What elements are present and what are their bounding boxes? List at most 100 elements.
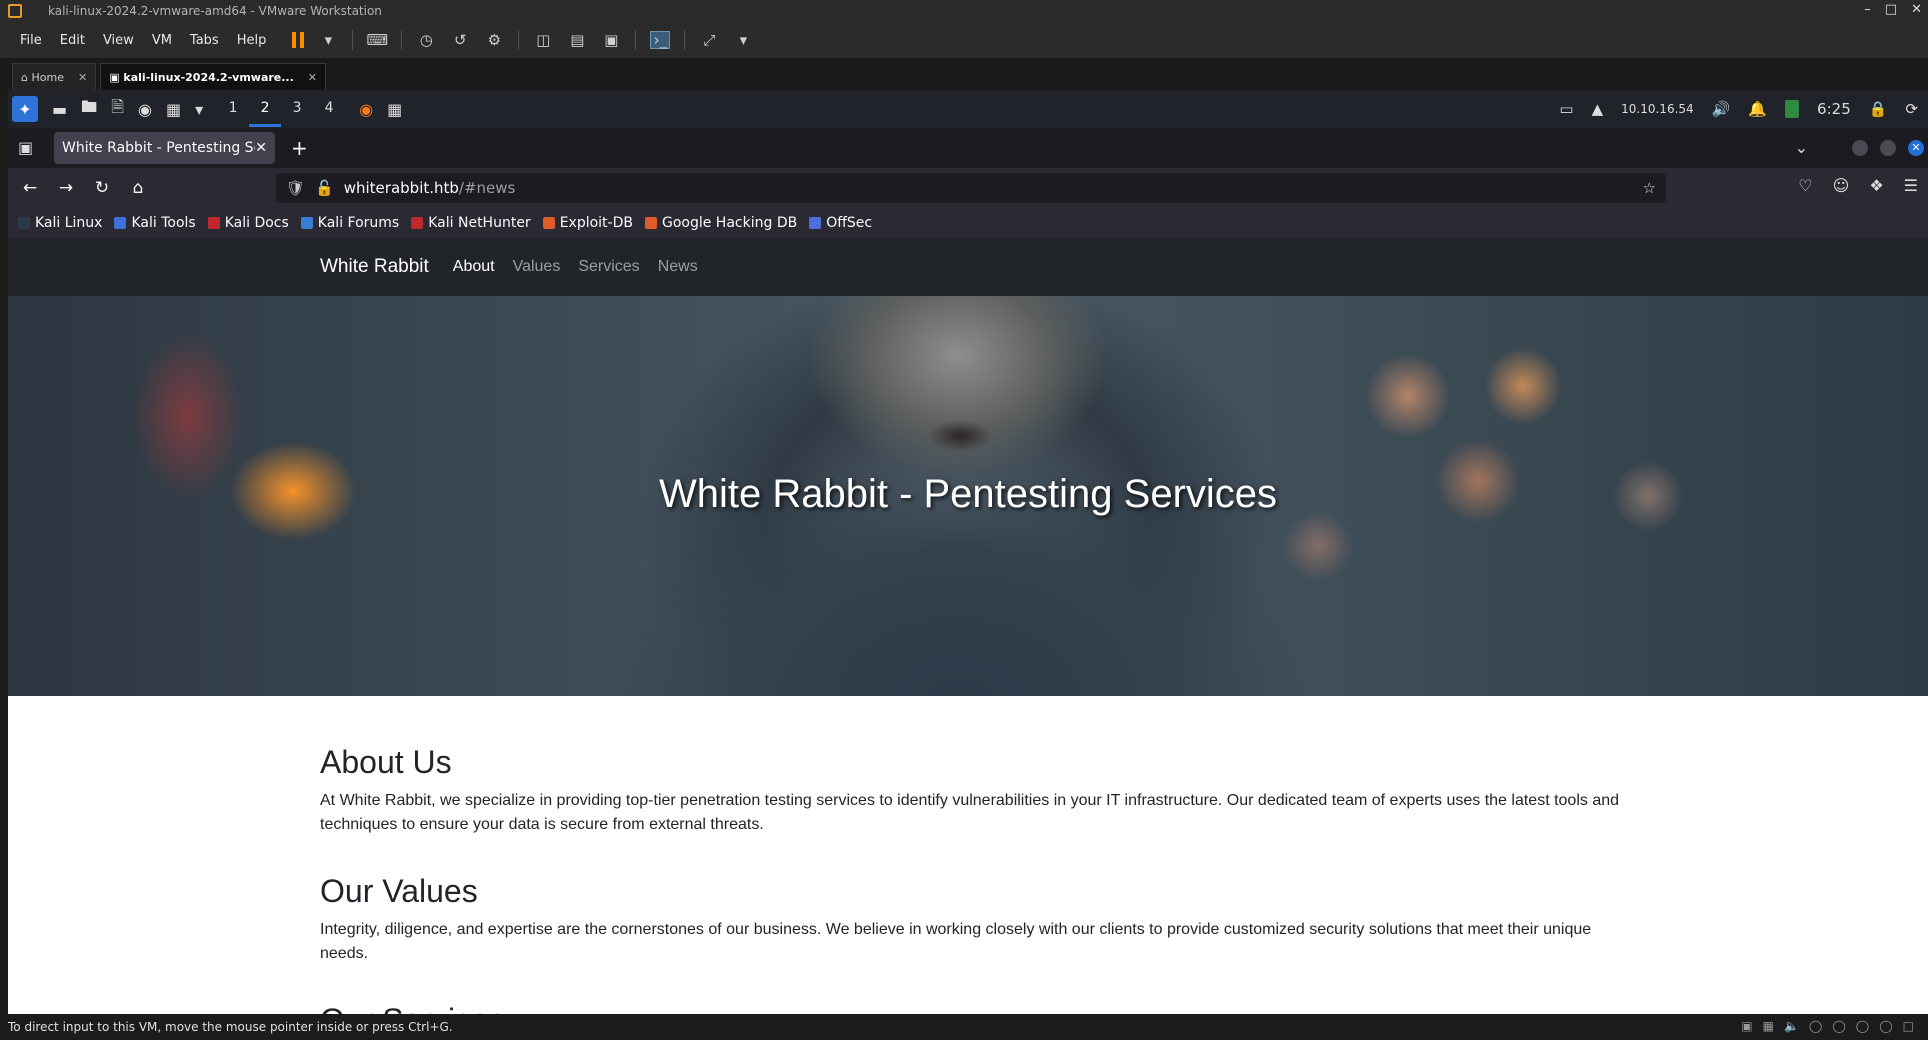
browser-tab[interactable]: White Rabbit - Pentesting Se ✕: [54, 132, 275, 164]
bookmark-kali-docs[interactable]: Kali Docs: [207, 215, 289, 231]
firefox-window-icon[interactable]: ◉: [359, 100, 373, 119]
close-tab-icon[interactable]: ✕: [255, 140, 267, 156]
message-icon[interactable]: □: [1903, 1019, 1914, 1033]
shield-icon[interactable]: 🛡: [286, 179, 305, 197]
back-icon[interactable]: ←: [12, 178, 48, 198]
vm-screen[interactable]: ✦ ▬ 🖿 🗎 ◉ ▦ ▾ 1 2 3 4 ◉ ▦ ▭ ▲ 10.10.16.5…: [8, 90, 1928, 1014]
menu-file[interactable]: File: [20, 33, 42, 48]
bookmark-kali-nethunter[interactable]: Kali NetHunter: [411, 215, 531, 231]
thumbnail-bar-icon[interactable]: ▤: [567, 31, 587, 49]
library-view-icon[interactable]: ◫: [533, 31, 553, 49]
maximize-icon[interactable]: [1880, 140, 1896, 156]
bookmark-exploit-db[interactable]: Exploit-DB: [542, 215, 633, 231]
nav-about[interactable]: About: [453, 258, 495, 276]
exploit-db-icon: [542, 217, 555, 229]
insecure-lock-icon[interactable]: 🔓: [315, 179, 334, 197]
close-icon[interactable]: ✕: [1911, 2, 1922, 17]
kali-menu-icon[interactable]: ✦: [12, 96, 38, 122]
clock[interactable]: 6:25: [1817, 100, 1851, 118]
bookmark-kali-forums[interactable]: Kali Forums: [300, 215, 399, 231]
menu-help[interactable]: Help: [237, 33, 267, 48]
new-tab-icon[interactable]: +: [291, 136, 308, 160]
console-view-icon[interactable]: ›_: [650, 31, 671, 49]
nav-values[interactable]: Values: [513, 258, 561, 276]
forward-icon[interactable]: →: [48, 178, 84, 198]
terminal-icon[interactable]: ▦: [166, 100, 181, 119]
snapshot-manager-icon[interactable]: ⚙: [484, 31, 504, 49]
bookmark-kali-tools[interactable]: Kali Tools: [114, 215, 196, 231]
dropdown-arrow-icon[interactable]: ▾: [733, 31, 753, 49]
hard-disk-icon[interactable]: ▣: [1741, 1019, 1752, 1033]
site-navbar: White Rabbit About Values Services News: [8, 238, 1928, 296]
file-manager-icon[interactable]: 🖿: [81, 96, 97, 123]
lock-screen-icon[interactable]: 🔒: [1869, 100, 1888, 118]
usb-icon[interactable]: ◯: [1832, 1019, 1845, 1033]
workspace-2[interactable]: 2: [249, 92, 282, 127]
bookmark-google-hacking-db[interactable]: Google Hacking DB: [644, 215, 797, 231]
minimize-icon[interactable]: [1852, 140, 1868, 156]
pocket-icon[interactable]: ♡: [1798, 176, 1812, 195]
nav-news[interactable]: News: [658, 258, 698, 276]
maximize-icon[interactable]: □: [1885, 2, 1897, 17]
sound-icon[interactable]: 🔈: [1784, 1019, 1799, 1033]
close-tab-icon[interactable]: ✕: [78, 71, 87, 84]
nav-services[interactable]: Services: [578, 258, 639, 276]
bookmark-star-icon[interactable]: ☆: [1643, 179, 1656, 197]
battery-icon[interactable]: [1785, 100, 1800, 118]
account-icon[interactable]: ☺: [1833, 176, 1850, 195]
bookmark-kali-linux[interactable]: Kali Linux: [18, 215, 102, 231]
usb-icon[interactable]: ◯: [1856, 1019, 1869, 1033]
revert-snapshot-icon[interactable]: ↺: [450, 31, 470, 49]
menu-tabs[interactable]: Tabs: [190, 33, 219, 48]
home-icon[interactable]: ⌂: [120, 178, 156, 198]
pause-icon[interactable]: [292, 32, 305, 48]
snapshot-icon[interactable]: ◷: [416, 31, 436, 49]
vpn-icon[interactable]: ▲: [1592, 100, 1604, 118]
bookmarks-bar: Kali Linux Kali Tools Kali Docs Kali For…: [8, 208, 1928, 238]
tab-kali-vm[interactable]: ▣ kali-linux-2024.2-vmware... ✕: [100, 63, 327, 90]
extensions-icon[interactable]: ❖: [1869, 176, 1883, 195]
usb-icon[interactable]: ◯: [1809, 1019, 1822, 1033]
toolbar-separator: [518, 30, 520, 50]
power-icon[interactable]: ⟳: [1905, 100, 1918, 118]
vmware-logo-icon: [8, 4, 22, 18]
send-keys-icon[interactable]: ⌨: [367, 31, 389, 49]
chevron-down-icon[interactable]: ▾: [195, 100, 203, 119]
volume-icon[interactable]: 🔊: [1712, 100, 1731, 118]
workspace-4[interactable]: 4: [313, 92, 345, 127]
menu-vm[interactable]: VM: [152, 33, 172, 48]
firefox-icon[interactable]: ◉: [138, 100, 152, 119]
hamburger-menu-icon[interactable]: ☰: [1904, 176, 1918, 195]
kali-top-panel: ✦ ▬ 🖿 🗎 ◉ ▦ ▾ 1 2 3 4 ◉ ▦ ▭ ▲ 10.10.16.5…: [8, 90, 1928, 128]
desktop-icon[interactable]: ▬: [52, 100, 67, 119]
tab-overview-icon[interactable]: ▣: [18, 138, 33, 157]
notification-bell-icon[interactable]: 🔔: [1748, 100, 1767, 118]
terminal-window-icon[interactable]: ▦: [387, 100, 402, 119]
list-all-tabs-icon[interactable]: ⌄: [1795, 138, 1808, 157]
stretch-guest-icon[interactable]: ⤢: [699, 31, 719, 49]
site-brand[interactable]: White Rabbit: [320, 256, 429, 278]
display-icon[interactable]: ▭: [1559, 100, 1573, 118]
dropdown-arrow-icon[interactable]: ▾: [318, 31, 338, 49]
kali-nethunter-icon: [411, 217, 424, 229]
minimize-icon[interactable]: –: [1864, 2, 1871, 17]
ip-address: 10.10.16.54: [1621, 102, 1694, 116]
network-icon[interactable]: ▦: [1763, 1019, 1774, 1033]
menu-edit[interactable]: Edit: [60, 33, 85, 48]
menu-view[interactable]: View: [103, 33, 134, 48]
firefox-nav-bar: ← → ↻ ⌂ 🛡 🔓 whiterabbit.htb/#news ☆ ♡ ☺ …: [8, 168, 1928, 208]
url-bar[interactable]: 🛡 🔓 whiterabbit.htb/#news ☆: [276, 173, 1666, 203]
usb-icon[interactable]: ◯: [1879, 1019, 1892, 1033]
close-icon[interactable]: ✕: [1908, 140, 1924, 156]
home-icon: ⌂: [21, 70, 32, 84]
bookmark-offsec[interactable]: OffSec: [809, 215, 872, 231]
vmware-title-bar: kali-linux-2024.2-vmware-amd64 - VMware …: [0, 0, 1928, 22]
workspace-3[interactable]: 3: [281, 92, 313, 127]
fullscreen-icon[interactable]: ▣: [601, 31, 621, 49]
tab-home[interactable]: ⌂ Home ✕: [12, 63, 97, 90]
reload-icon[interactable]: ↻: [84, 178, 120, 198]
close-tab-icon[interactable]: ✕: [308, 71, 317, 84]
bookmark-label: Kali Docs: [224, 215, 289, 231]
workspace-1[interactable]: 1: [217, 92, 249, 127]
text-editor-icon[interactable]: 🗎: [111, 96, 124, 123]
